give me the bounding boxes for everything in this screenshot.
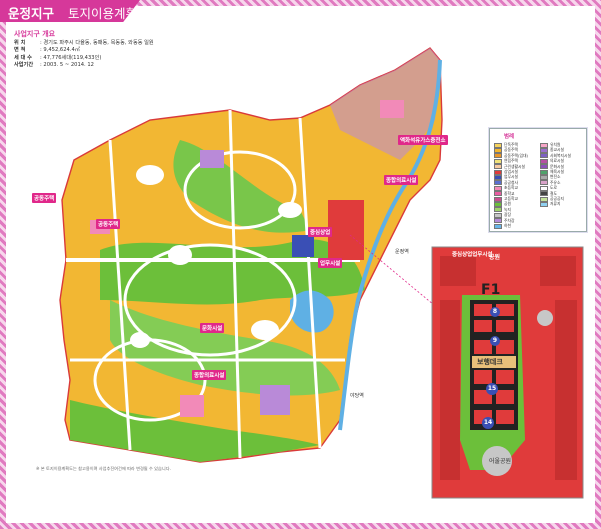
legend-title: 범례 xyxy=(504,134,515,140)
facility-zone xyxy=(200,150,224,168)
legend-label: 초등학교 xyxy=(504,185,518,191)
inset-header: 중심상업업무시설 xyxy=(452,252,493,258)
legend-label: 하천 xyxy=(504,223,511,228)
facility-zone xyxy=(260,385,290,415)
inset-deck-label: 보행데크 xyxy=(477,358,503,366)
block-number: 15 xyxy=(486,383,498,395)
legend-label: 사회복지시설 xyxy=(550,152,571,158)
map-label: 액화석유가스충전소 xyxy=(398,135,448,145)
detached-housing xyxy=(136,165,164,185)
legend-label: 광장 xyxy=(504,212,511,218)
legend-label: 업무시설 xyxy=(504,174,518,180)
detached-housing xyxy=(130,332,150,348)
legend-label: 단독주택 xyxy=(504,142,518,147)
legend-label: 저류지 xyxy=(550,201,561,207)
legend-label: 문화시설 xyxy=(550,163,564,169)
legend-label: 의료시설 xyxy=(550,158,564,164)
inset-block-code: F1 xyxy=(481,282,501,298)
legend-label: 공공공지 xyxy=(550,196,564,201)
station-label: 운정역 xyxy=(395,249,409,255)
legend-label: 고등학교 xyxy=(504,196,518,201)
legend-label: 철도 xyxy=(550,190,557,196)
inset-park-top: 공원 xyxy=(489,254,501,261)
map-label: 종합의료시설 xyxy=(384,175,419,185)
legend-label: 체육시설 xyxy=(550,169,564,174)
legend-label: 주차장 xyxy=(504,217,515,223)
legend-label: 녹지 xyxy=(504,206,511,212)
facility-zone xyxy=(380,100,404,118)
detached-housing xyxy=(251,320,279,340)
legend-swatch xyxy=(494,223,502,229)
map-label: 문화시설 xyxy=(200,323,225,333)
legend-label: 공동주택 xyxy=(504,147,518,153)
land-use-map xyxy=(59,47,584,499)
legend-swatch xyxy=(540,201,548,207)
commercial-zone xyxy=(328,200,364,260)
commercial-zone xyxy=(292,235,314,257)
legend-label: 종교시설 xyxy=(550,147,564,153)
legend-label: 중학교 xyxy=(504,190,515,196)
legend-label: 연립주택 xyxy=(504,158,518,164)
legend-label: 변전소 xyxy=(550,174,561,180)
block-number: 14 xyxy=(482,417,494,429)
legend-label: 공동주택(임대) xyxy=(504,152,528,158)
inset-park-bottom: 어울공원 xyxy=(489,458,512,465)
legend-label: 공공청사 xyxy=(504,179,518,185)
legend-label: 상업시설 xyxy=(504,169,518,174)
footnote: ※ 본 토지이용계획도는 참고용이며 사업추진여건에 따라 변경될 수 있습니다… xyxy=(36,466,171,471)
legend-item: 하천 xyxy=(494,223,511,229)
detached-housing xyxy=(278,202,302,218)
legend-label: 유치원 xyxy=(550,142,561,147)
block-number: 9 xyxy=(490,336,500,346)
legend-label: 주유소 xyxy=(550,179,561,185)
legend-box: 범례 단독주택 공동주택 공동주택(임대) 연립주택 근린생활시설 상업시설 업무시설 공공청… xyxy=(489,128,587,232)
map-label: 공동주택 xyxy=(96,219,121,229)
map-label: 중심상업 xyxy=(308,227,333,237)
map-label: 공동주택 xyxy=(32,193,57,203)
legend-label: 도로 xyxy=(550,185,557,191)
station-label: 야당역 xyxy=(350,393,364,399)
legend-item: 저류지 xyxy=(540,201,560,207)
block-number: 8 xyxy=(490,307,500,317)
facility-zone xyxy=(180,395,204,417)
map-label: 종합의료시설 xyxy=(192,370,227,380)
map-label: 업무시설 xyxy=(318,258,343,268)
legend-label: 공원 xyxy=(504,201,511,207)
detached-housing xyxy=(168,245,192,265)
legend-label: 근린생활시설 xyxy=(504,163,525,169)
